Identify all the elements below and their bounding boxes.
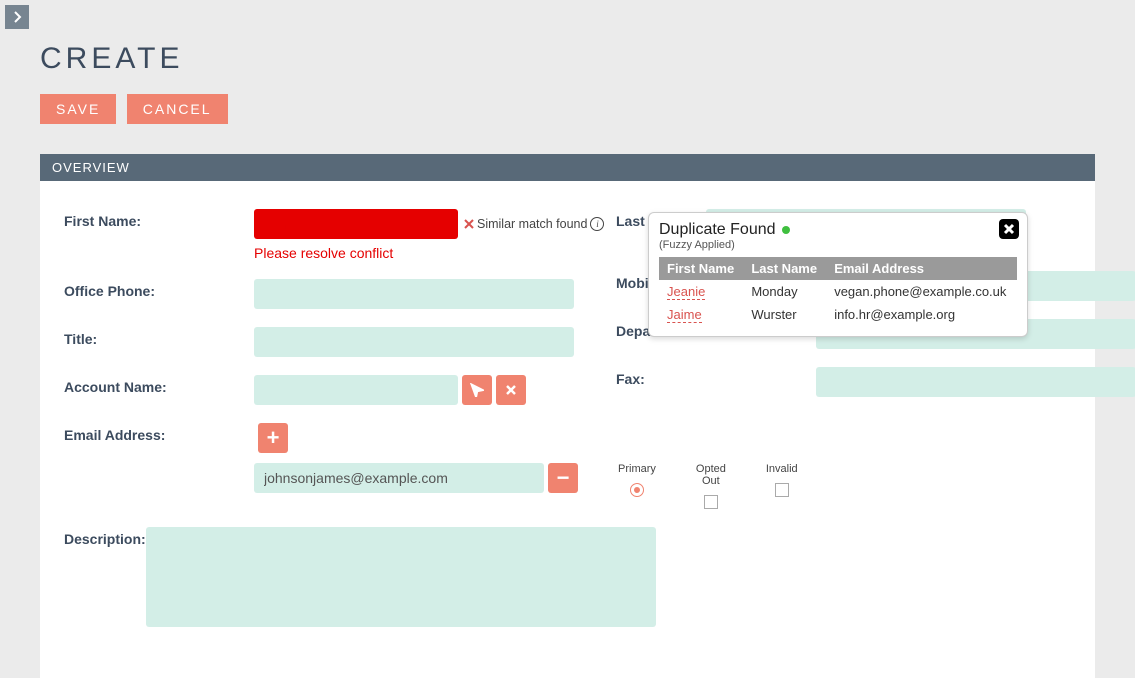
popover-subtitle: (Fuzzy Applied) bbox=[659, 239, 1017, 251]
title-label: Title: bbox=[64, 327, 254, 357]
info-icon[interactable]: i bbox=[590, 217, 604, 231]
description-textarea[interactable] bbox=[146, 527, 656, 627]
account-name-input[interactable] bbox=[254, 375, 458, 405]
chevron-right-icon bbox=[11, 11, 23, 23]
dup-first-name: Jeanie bbox=[667, 284, 705, 300]
popover-title-text: Duplicate Found bbox=[659, 221, 776, 239]
table-row[interactable]: Jeanie Monday vegan.phone@example.co.uk bbox=[659, 280, 1017, 303]
x-icon bbox=[464, 219, 474, 229]
similar-match-text: Similar match found bbox=[477, 217, 587, 231]
conflict-message: Please resolve conflict bbox=[254, 245, 604, 261]
x-icon bbox=[504, 383, 518, 397]
dup-col-first: First Name bbox=[659, 257, 743, 280]
email-address-label: Email Address: bbox=[64, 423, 254, 453]
similar-match-warning: Similar match found i bbox=[464, 217, 604, 231]
pointer-icon bbox=[470, 383, 484, 397]
dup-email: vegan.phone@example.co.uk bbox=[826, 280, 1017, 303]
status-dot-icon bbox=[782, 226, 790, 234]
dup-email: info.hr@example.org bbox=[826, 303, 1017, 326]
sidebar-toggle-button[interactable] bbox=[5, 5, 29, 29]
cancel-button[interactable]: CANCEL bbox=[127, 94, 228, 124]
save-button[interactable]: SAVE bbox=[40, 94, 116, 124]
dup-last-name: Monday bbox=[743, 280, 826, 303]
first-name-input[interactable] bbox=[254, 209, 458, 239]
add-email-button[interactable]: + bbox=[258, 423, 288, 453]
action-bar: SAVE CANCEL bbox=[40, 94, 1095, 124]
main-content: CREATE SAVE CANCEL OVERVIEW First Name: … bbox=[0, 0, 1135, 678]
dup-first-name: Jaime bbox=[667, 307, 702, 323]
fax-label: Fax: bbox=[616, 367, 816, 397]
close-icon bbox=[1003, 223, 1015, 235]
remove-email-button[interactable]: − bbox=[548, 463, 578, 493]
primary-radio[interactable] bbox=[630, 483, 644, 497]
duplicate-found-popover: Duplicate Found (Fuzzy Applied) First Na… bbox=[648, 212, 1028, 337]
account-clear-button[interactable] bbox=[496, 375, 526, 405]
dup-col-email: Email Address bbox=[826, 257, 1017, 280]
title-input[interactable] bbox=[254, 327, 574, 357]
account-name-label: Account Name: bbox=[64, 375, 254, 405]
office-phone-label: Office Phone: bbox=[64, 279, 254, 309]
description-label: Description: bbox=[64, 527, 146, 632]
dup-col-last: Last Name bbox=[743, 257, 826, 280]
duplicate-table: First Name Last Name Email Address Jeani… bbox=[659, 257, 1017, 326]
overview-panel-header: OVERVIEW bbox=[40, 154, 1095, 181]
popover-title: Duplicate Found bbox=[659, 221, 1017, 239]
popover-close-button[interactable] bbox=[999, 219, 1019, 239]
page-title: CREATE bbox=[40, 42, 1095, 76]
first-name-label: First Name: bbox=[64, 209, 254, 261]
email-input[interactable] bbox=[254, 463, 544, 493]
office-phone-input[interactable] bbox=[254, 279, 574, 309]
table-row[interactable]: Jaime Wurster info.hr@example.org bbox=[659, 303, 1017, 326]
account-select-button[interactable] bbox=[462, 375, 492, 405]
fax-input[interactable] bbox=[816, 367, 1135, 397]
dup-last-name: Wurster bbox=[743, 303, 826, 326]
